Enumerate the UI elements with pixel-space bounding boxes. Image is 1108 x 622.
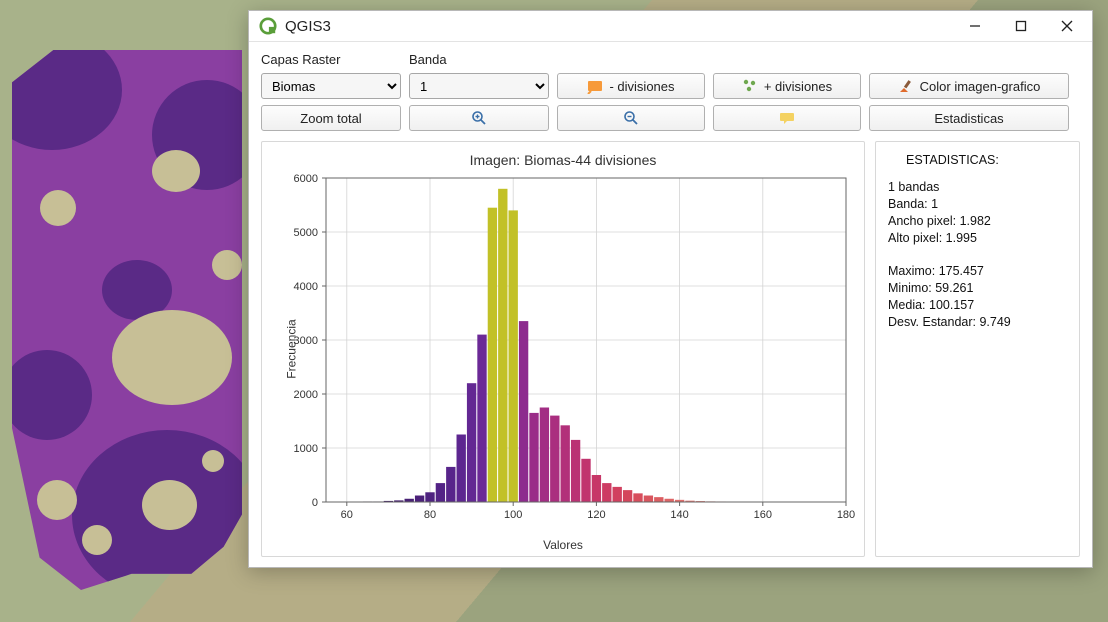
minus-divisions-label: - divisiones [609, 79, 674, 94]
svg-text:140: 140 [670, 509, 688, 521]
zoom-out-button[interactable] [557, 105, 705, 131]
stats-line: Alto pixel: 1.995 [888, 230, 1067, 247]
plugin-window: QGIS3 Capas Raster Banda Biomas 1 - divi… [248, 10, 1093, 568]
speech-bubble-icon [779, 110, 795, 126]
stats-line: Maximo: 175.457 [888, 263, 1067, 280]
minus-divisions-button[interactable]: - divisiones [557, 73, 705, 99]
histogram-chart: 0100020003000400050006000608010012014016… [268, 170, 858, 540]
stats-line [888, 246, 1067, 263]
color-button-label: Color imagen-grafico [920, 79, 1041, 94]
identify-button[interactable] [713, 105, 861, 131]
statistics-panel: ESTADISTICAS: 1 bandasBanda: 1Ancho pixe… [875, 141, 1080, 557]
svg-text:4000: 4000 [294, 281, 318, 293]
maximize-button[interactable] [998, 11, 1044, 41]
zoom-all-button[interactable]: Zoom total [261, 105, 401, 131]
statistics-label: Estadisticas [934, 111, 1003, 126]
zoom-in-icon [471, 110, 487, 126]
chart-xlabel: Valores [268, 538, 858, 552]
svg-text:0: 0 [312, 497, 318, 509]
stats-line: Media: 100.157 [888, 297, 1067, 314]
zoom-in-button[interactable] [409, 105, 549, 131]
plus-divisions-label: + divisiones [764, 79, 832, 94]
svg-text:60: 60 [341, 509, 353, 521]
layers-label: Capas Raster [261, 52, 401, 67]
histogram-panel: Imagen: Biomas-44 divisiones Frecuencia … [261, 141, 865, 557]
svg-text:180: 180 [837, 509, 855, 521]
svg-text:160: 160 [754, 509, 772, 521]
chart-title: Imagen: Biomas-44 divisiones [268, 152, 858, 168]
window-title: QGIS3 [285, 18, 331, 35]
zoom-all-label: Zoom total [300, 111, 361, 126]
svg-text:100: 100 [504, 509, 522, 521]
stats-line: Desv. Estandar: 9.749 [888, 314, 1067, 331]
raster-layer [12, 50, 242, 590]
minimize-button[interactable] [952, 11, 998, 41]
stats-line: Ancho pixel: 1.982 [888, 213, 1067, 230]
svg-text:80: 80 [424, 509, 436, 521]
stats-header: ESTADISTICAS: [906, 152, 1067, 169]
close-button[interactable] [1044, 11, 1090, 41]
svg-text:6000: 6000 [294, 173, 318, 185]
stats-line: Minimo: 59.261 [888, 280, 1067, 297]
band-label: Banda [409, 52, 549, 67]
svg-text:2000: 2000 [294, 389, 318, 401]
add-division-icon [742, 78, 758, 94]
zoom-out-icon [623, 110, 639, 126]
plus-divisions-button[interactable]: + divisiones [713, 73, 861, 99]
svg-text:5000: 5000 [294, 227, 318, 239]
stats-line: 1 bandas [888, 179, 1067, 196]
svg-text:1000: 1000 [294, 443, 318, 455]
chart-ylabel: Frecuencia [285, 319, 299, 378]
color-image-chart-button[interactable]: Color imagen-grafico [869, 73, 1069, 99]
brush-icon [898, 78, 914, 94]
titlebar[interactable]: QGIS3 [249, 11, 1092, 42]
statistics-button[interactable]: Estadisticas [869, 105, 1069, 131]
raster-layer-select[interactable]: Biomas [261, 73, 401, 99]
svg-text:120: 120 [587, 509, 605, 521]
band-select[interactable]: 1 [409, 73, 549, 99]
qgis-logo-icon [259, 17, 277, 35]
remove-division-icon [587, 78, 603, 94]
stats-line: Banda: 1 [888, 196, 1067, 213]
